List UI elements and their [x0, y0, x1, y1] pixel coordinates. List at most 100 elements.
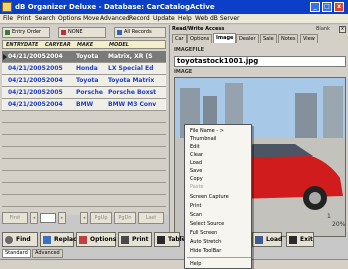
- table-row[interactable]: 04/21/2005 2004 Toyota Toyota Matrix: [2, 75, 166, 87]
- last-button[interactable]: Last: [138, 212, 164, 224]
- table-row[interactable]: [2, 111, 166, 123]
- table-row[interactable]: [2, 147, 166, 159]
- menu-separator: [187, 257, 251, 258]
- status-bar: [0, 259, 348, 269]
- cell-entrydate: 04/21/2005: [8, 77, 46, 84]
- menu-print[interactable]: Print: [17, 15, 31, 22]
- table-row[interactable]: 04/21/2005 2004 BMW BMW M3 Conv: [2, 99, 166, 111]
- tab-standard[interactable]: Standard: [2, 249, 31, 258]
- none-icon: [61, 30, 66, 35]
- first-button[interactable]: First: [2, 212, 28, 224]
- record-number-field[interactable]: [40, 213, 56, 223]
- table-row[interactable]: [2, 171, 166, 183]
- tab-notes[interactable]: Notes: [278, 34, 299, 43]
- table-row[interactable]: 04/21/2005 2005 Porsche Porsche Boxst: [2, 87, 166, 99]
- load-button[interactable]: Load: [252, 232, 282, 247]
- cell-make: Toyota: [76, 53, 99, 60]
- cell-make: Porsche: [76, 89, 103, 96]
- panel-close-icon[interactable]: x: [339, 26, 346, 33]
- menu-advanced[interactable]: Advanced: [100, 15, 130, 22]
- menu-item-clear[interactable]: Clear: [190, 152, 203, 158]
- access-mode-label: Read/Write Access: [172, 26, 225, 32]
- menu-web-db-server[interactable]: Web dB Server: [195, 15, 240, 22]
- menu-item-paste[interactable]: Paste: [190, 184, 204, 190]
- table-row[interactable]: [2, 135, 166, 147]
- tab-sale[interactable]: Sale: [260, 34, 277, 43]
- cell-caryear: 2004: [46, 53, 63, 60]
- column-header-entrydate[interactable]: ENTRYDATE: [6, 42, 38, 48]
- column-header-make[interactable]: MAKE: [77, 42, 93, 48]
- menu-item-load[interactable]: Load: [190, 160, 202, 166]
- table-row[interactable]: [2, 183, 166, 195]
- pgdn-button[interactable]: PgDn: [114, 212, 136, 224]
- next-button[interactable]: ▸: [58, 212, 66, 224]
- none-button[interactable]: NONE: [58, 27, 106, 38]
- menu-record[interactable]: Record: [129, 15, 150, 22]
- menu-move[interactable]: Move: [83, 15, 99, 22]
- entry-order-button[interactable]: Entry Order: [2, 27, 50, 38]
- menu-options[interactable]: Options: [58, 15, 81, 22]
- pgup-prev-button[interactable]: ◂: [80, 212, 88, 224]
- tab-image[interactable]: Image: [213, 33, 237, 43]
- table-row[interactable]: [2, 159, 166, 171]
- cell-caryear: 2005: [46, 65, 63, 72]
- menu-file[interactable]: File: [3, 15, 13, 22]
- minimize-button[interactable]: _: [310, 2, 320, 12]
- cell-entrydate: 04/21/2005: [8, 53, 46, 60]
- table-row[interactable]: 04/21/2005 2005 Honda LX Special Ed: [2, 63, 166, 75]
- menu-search[interactable]: Search: [35, 15, 56, 22]
- tab-view[interactable]: View: [300, 34, 318, 43]
- find-button[interactable]: Find: [2, 232, 38, 247]
- column-header-model[interactable]: MODEL: [109, 42, 129, 48]
- cell-entrydate: 04/21/2005: [8, 89, 46, 96]
- menu-item-print[interactable]: Print: [190, 203, 202, 209]
- close-button[interactable]: x: [334, 2, 344, 12]
- imagefile-label: IMAGEFILE: [174, 47, 205, 53]
- imagefile-field[interactable]: toyotastock1001.jpg: [174, 56, 346, 67]
- menu-item-full-screen[interactable]: Full Screen: [190, 230, 217, 236]
- prev-button[interactable]: ◂: [30, 212, 38, 224]
- table-button[interactable]: Table: [154, 232, 186, 247]
- menu-item-edit[interactable]: Edit: [190, 144, 200, 150]
- image-label: IMAGE: [174, 69, 193, 75]
- record-navigation: First ◂ ▸ ◂ PgUp PgDn Last: [2, 212, 166, 225]
- tab-dealer[interactable]: Dealer: [236, 34, 259, 43]
- menu-item-scan[interactable]: Scan: [190, 212, 202, 218]
- pgup-button[interactable]: PgUp: [90, 212, 112, 224]
- exit-label: Exit: [300, 236, 313, 243]
- table-row[interactable]: 04/21/2005 2004 Toyota Matrix, XR (S: [2, 51, 166, 63]
- maximize-button[interactable]: □: [322, 2, 332, 12]
- tab-advanced[interactable]: Advanced: [32, 249, 63, 258]
- menu-item-hide-toolbar[interactable]: Hide ToolBar: [190, 248, 221, 254]
- print-label: Print: [132, 236, 149, 243]
- menu-item-file-name[interactable]: File Name - >: [190, 128, 224, 134]
- menu-update[interactable]: Update: [153, 15, 175, 22]
- table-row[interactable]: [2, 195, 166, 207]
- menu-item-screen-capture[interactable]: Screen Capture: [190, 194, 229, 200]
- load-label: Load: [266, 236, 283, 243]
- cell-make: BMW: [76, 101, 94, 108]
- menu-item-auto-stretch[interactable]: Auto Stretch: [190, 239, 221, 245]
- entry-order-icon: [5, 30, 10, 35]
- options-button[interactable]: Options: [76, 232, 116, 247]
- all-records-button[interactable]: All Records: [114, 27, 166, 38]
- replace-button[interactable]: Replace: [40, 232, 81, 247]
- menu-item-thumbnail[interactable]: Thumbnail: [190, 136, 216, 142]
- column-header-caryear[interactable]: CARYEAR: [45, 42, 71, 48]
- menu-item-save[interactable]: Save: [190, 168, 202, 174]
- menu-item-help[interactable]: Help: [190, 261, 201, 267]
- app-icon[interactable]: [2, 2, 12, 12]
- menu-item-copy[interactable]: Copy: [190, 176, 203, 182]
- bottom-toolbar: Find Replace Options Print Table Load Ex…: [0, 232, 348, 248]
- print-button[interactable]: Print: [118, 232, 152, 247]
- cell-model: LX Special Ed: [108, 65, 154, 72]
- menu-help[interactable]: Help: [178, 15, 192, 22]
- exit-button[interactable]: Exit: [286, 232, 314, 247]
- print-icon: [121, 236, 129, 244]
- window-title: dB Organizer Deluxe - Database: CarCatal…: [15, 3, 215, 11]
- cell-caryear: 2004: [46, 101, 63, 108]
- menu-item-select-source[interactable]: Select Source: [190, 221, 224, 227]
- tab-car[interactable]: Car: [172, 34, 187, 43]
- table-row[interactable]: [2, 123, 166, 135]
- tab-options[interactable]: Options: [187, 34, 213, 43]
